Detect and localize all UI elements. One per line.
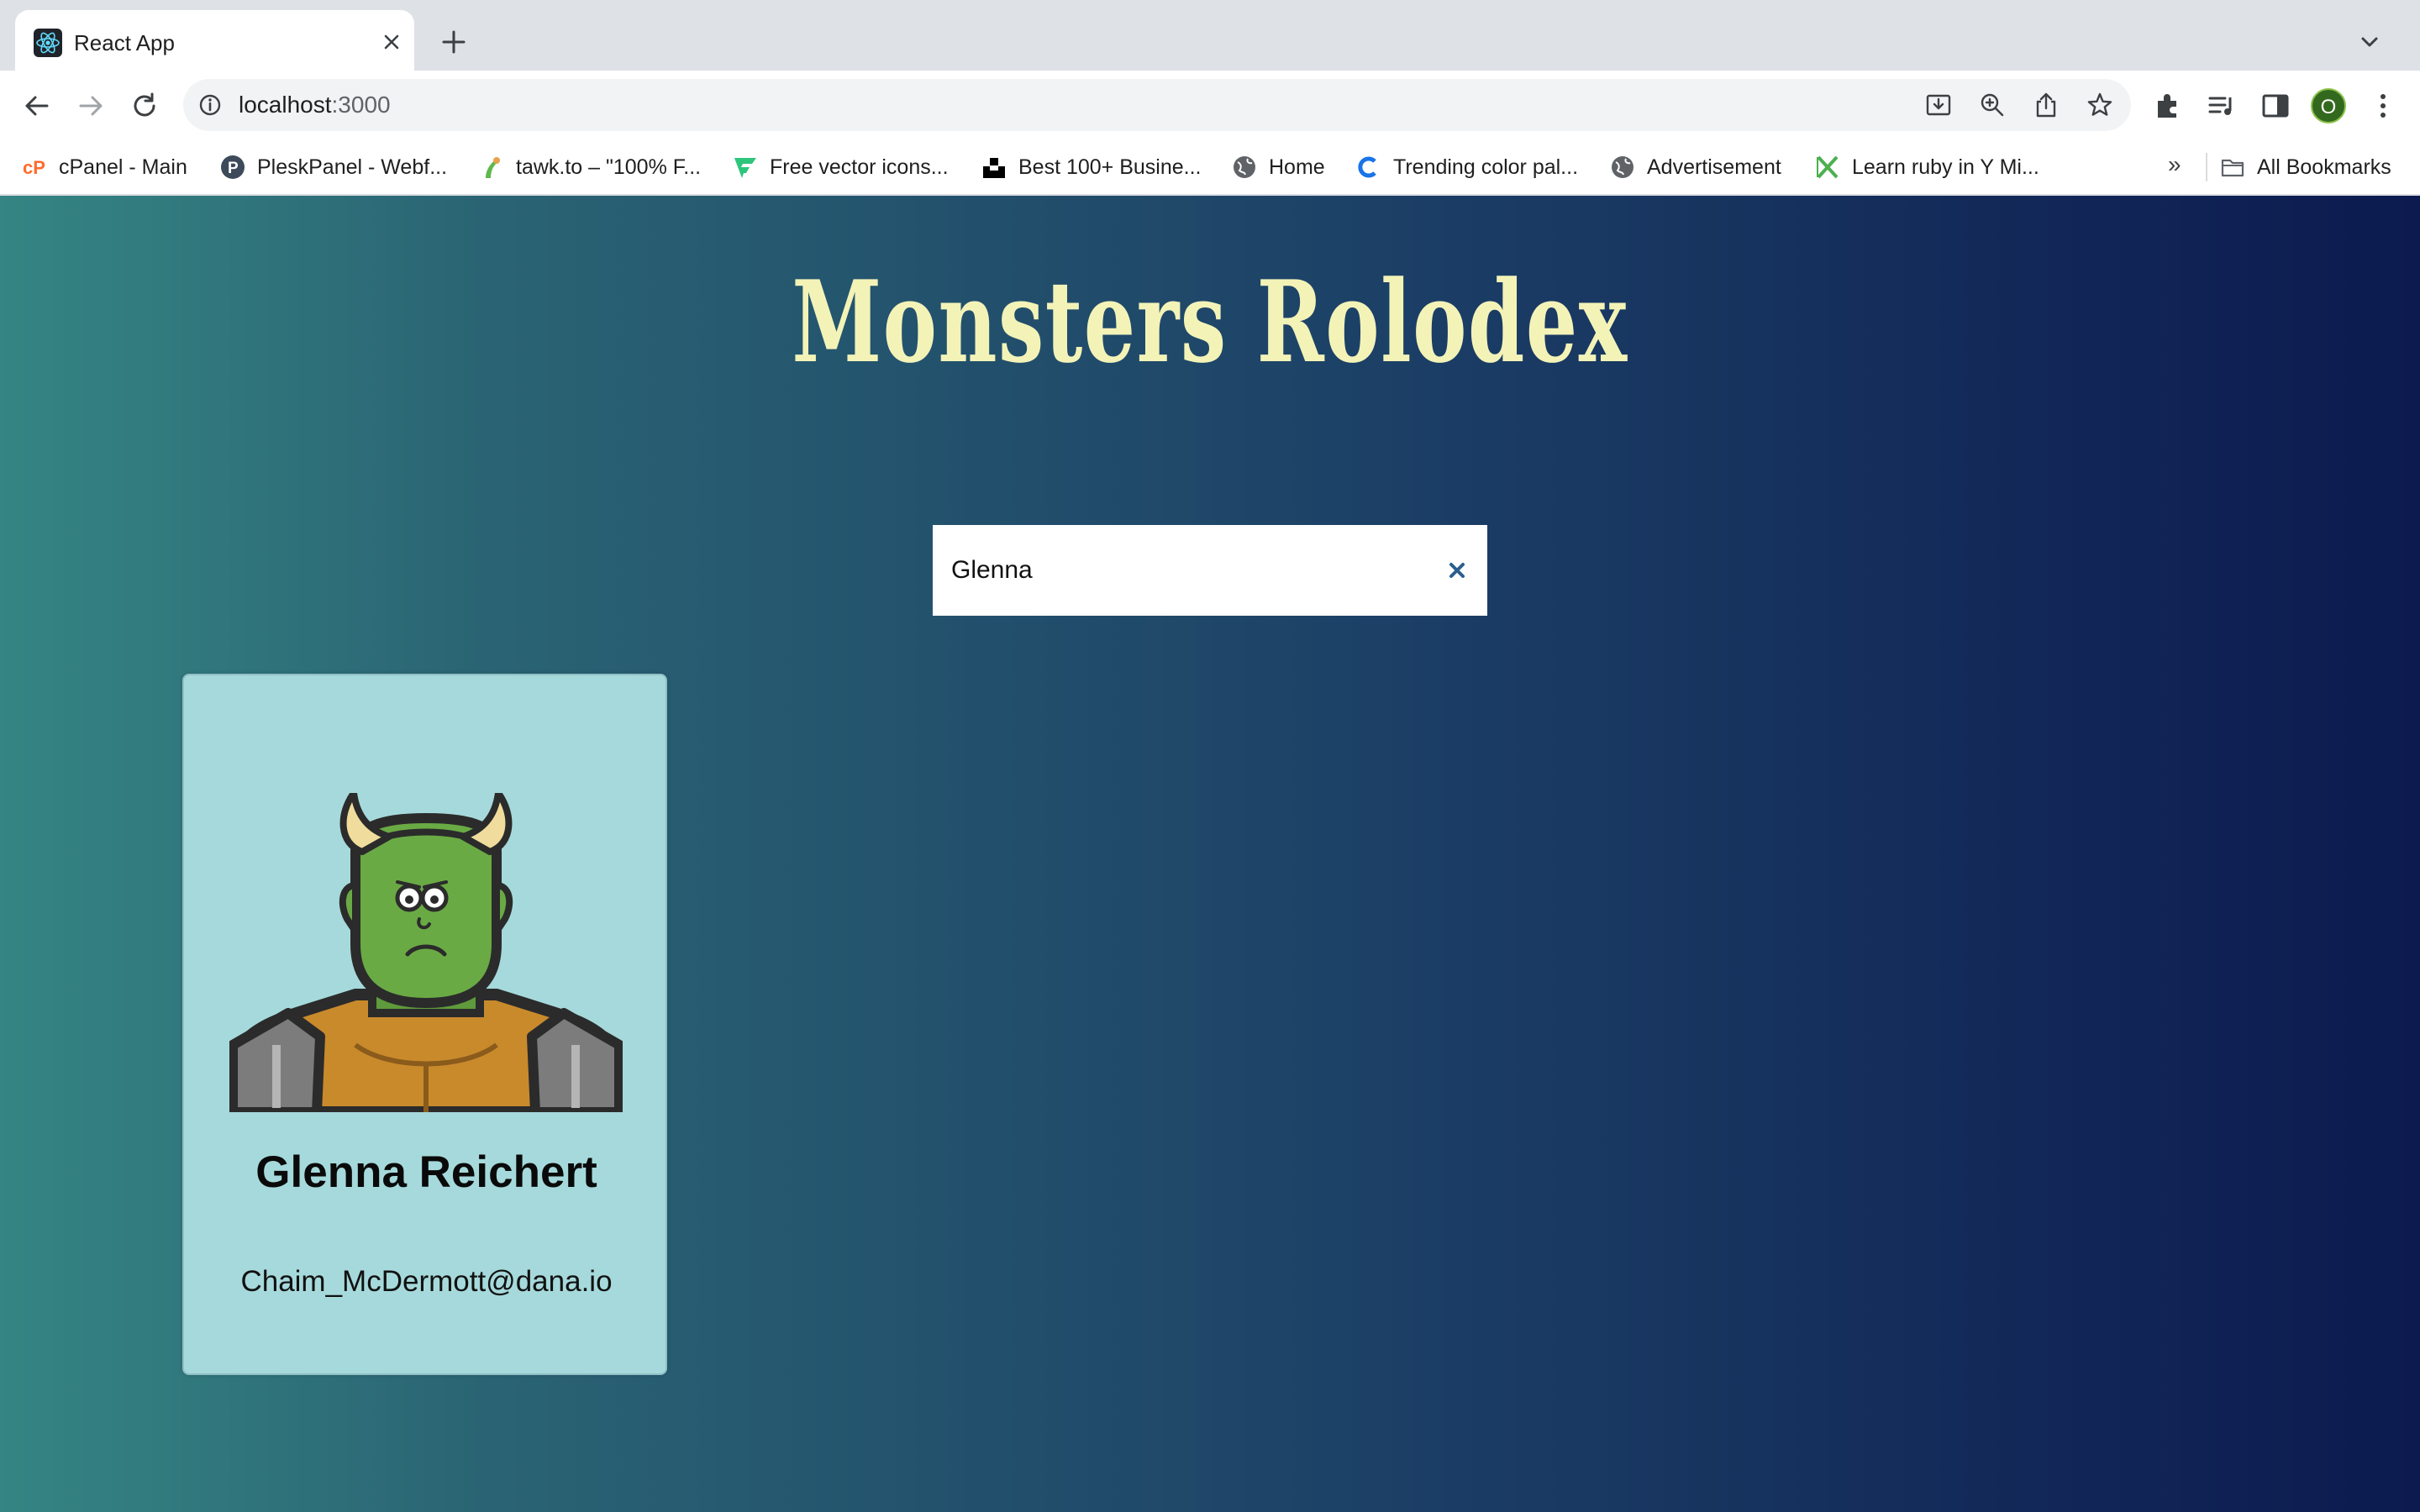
tawk-icon bbox=[486, 157, 500, 178]
monster-avatar bbox=[229, 793, 623, 1112]
address-bar[interactable]: localhost:3000 bbox=[183, 79, 2131, 131]
unsplash-icon bbox=[983, 158, 1005, 178]
bookmark-label: Learn ruby in Y Mi... bbox=[1852, 155, 2039, 179]
bookmark-label: cPanel - Main bbox=[59, 155, 187, 179]
folder-icon bbox=[2221, 159, 2244, 177]
url-host: localhost bbox=[239, 92, 332, 118]
page-content: Monsters Rolodex Glenna Glenna Reichert … bbox=[0, 196, 2420, 1512]
bookmark-star-icon[interactable] bbox=[2086, 91, 2114, 119]
search-box bbox=[933, 525, 1487, 616]
page-title: Monsters Rolodex bbox=[792, 255, 1628, 388]
clear-search-icon[interactable] bbox=[1442, 555, 1472, 585]
url-port: :3000 bbox=[331, 92, 391, 118]
bookmark-label: tawk.to – "100% F... bbox=[516, 155, 702, 179]
back-icon[interactable] bbox=[18, 87, 55, 124]
browser-tab[interactable]: React App bbox=[15, 10, 414, 71]
browser-toolbar: localhost:3000 O bbox=[0, 71, 2420, 139]
bookmark-label: Trending color pal... bbox=[1393, 155, 1579, 179]
react-icon bbox=[34, 29, 62, 57]
search-input[interactable] bbox=[933, 525, 1420, 616]
bookmark-coolors[interactable]: Trending color pal... bbox=[1356, 151, 1578, 183]
svg-text:cP: cP bbox=[23, 157, 45, 178]
all-bookmarks-label: All Bookmarks bbox=[2257, 155, 2391, 179]
forward-icon[interactable] bbox=[72, 87, 109, 124]
bookmark-plesk[interactable]: P PleskPanel - Webf... bbox=[220, 151, 447, 183]
flaticon-icon bbox=[734, 158, 756, 178]
close-tab-icon[interactable] bbox=[376, 27, 407, 57]
plesk-icon: P bbox=[221, 155, 245, 179]
bookmark-flaticon[interactable]: Free vector icons... bbox=[733, 151, 949, 183]
reload-icon[interactable] bbox=[126, 87, 163, 124]
tab-strip: React App bbox=[0, 0, 2420, 71]
monster-email: Chaim_McDermott@dana.io bbox=[240, 1265, 613, 1298]
bookmark-learnx[interactable]: Learn ruby in Y Mi... bbox=[1815, 151, 2039, 183]
bookmark-label: Home bbox=[1269, 155, 1325, 179]
globe-icon bbox=[1234, 156, 1255, 178]
bookmark-home[interactable]: Home bbox=[1232, 151, 1325, 183]
extensions-icon[interactable] bbox=[2149, 87, 2186, 124]
globe-icon bbox=[1612, 156, 1634, 178]
bookmark-tawk[interactable]: tawk.to – "100% F... bbox=[479, 151, 701, 183]
svg-text:P: P bbox=[228, 160, 239, 177]
bookmark-label: Free vector icons... bbox=[770, 155, 949, 179]
bookmarks-overflow-button[interactable]: » bbox=[2168, 151, 2181, 178]
cpanel-icon: cP bbox=[23, 157, 45, 178]
chevron-down-icon[interactable] bbox=[2353, 25, 2386, 59]
bookmark-label: Advertisement bbox=[1647, 155, 1781, 179]
site-info-icon[interactable] bbox=[197, 92, 224, 118]
side-panel-icon[interactable] bbox=[2257, 87, 2294, 124]
share-icon[interactable] bbox=[2032, 91, 2060, 119]
bookmark-label: PleskPanel - Webf... bbox=[257, 155, 448, 179]
all-bookmarks-button[interactable]: All Bookmarks bbox=[2220, 151, 2391, 183]
install-app-icon[interactable] bbox=[1924, 91, 1953, 119]
bookmark-unsplash[interactable]: Best 100+ Busine... bbox=[981, 151, 1202, 183]
url-text: localhost:3000 bbox=[239, 92, 391, 118]
bookmarks-divider bbox=[2206, 153, 2207, 181]
monster-name: Glenna Reichert bbox=[255, 1147, 597, 1197]
bookmark-cpanel[interactable]: cP cPanel - Main bbox=[22, 151, 187, 183]
profile-avatar[interactable]: O bbox=[2311, 88, 2346, 123]
bookmarks-bar: cP cPanel - Main P PleskPanel - Webf... … bbox=[0, 139, 2420, 195]
more-menu-icon[interactable] bbox=[2365, 87, 2402, 124]
bookmark-label: Best 100+ Busine... bbox=[1018, 155, 1202, 179]
tab-title: React App bbox=[74, 30, 175, 55]
learnx-icon bbox=[1817, 155, 1839, 179]
monster-card[interactable]: Glenna Reichert Chaim_McDermott@dana.io bbox=[182, 674, 667, 1375]
bookmark-advertisement[interactable]: Advertisement bbox=[1610, 151, 1781, 183]
media-control-icon[interactable] bbox=[2203, 87, 2240, 124]
new-tab-icon[interactable] bbox=[437, 25, 471, 59]
zoom-icon[interactable] bbox=[1978, 91, 2007, 119]
coolors-icon bbox=[1358, 156, 1376, 178]
